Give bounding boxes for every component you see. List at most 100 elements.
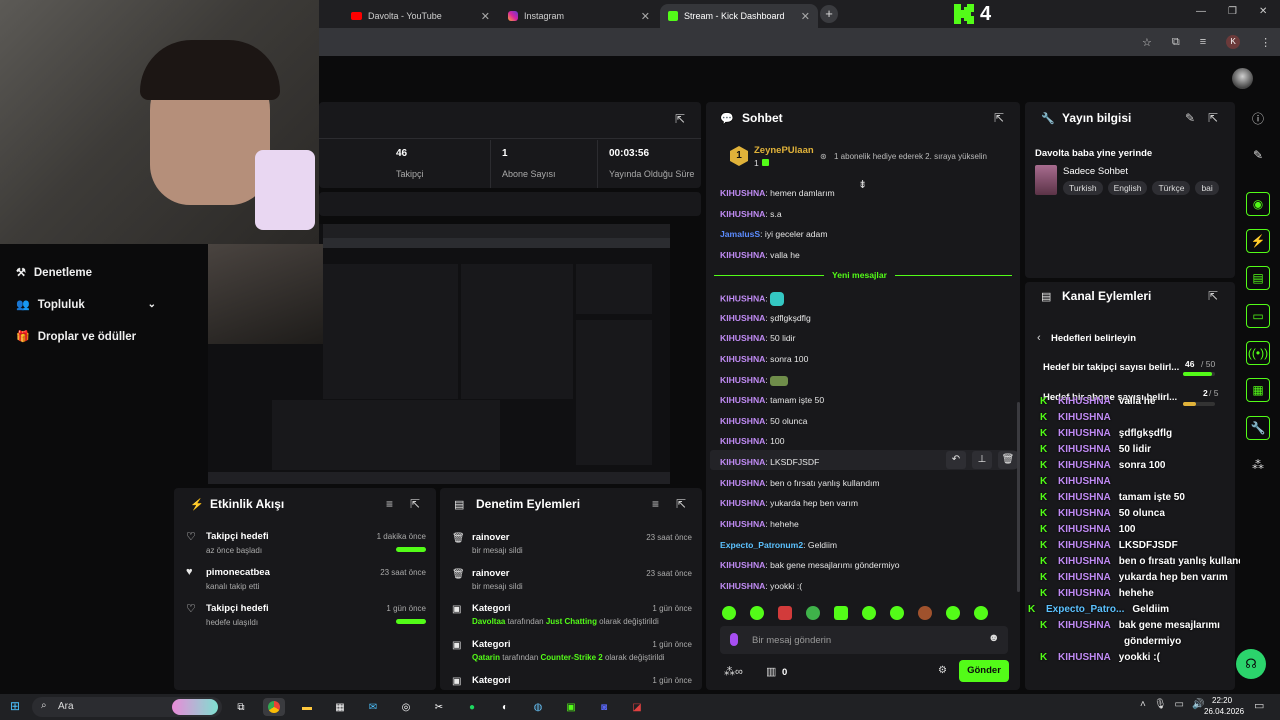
kick-app-icon[interactable]: ▣ <box>560 698 582 716</box>
microphone-tray-icon[interactable]: 🎙 <box>1154 699 1167 710</box>
sidebar-item-community[interactable]: 👥 Topluluk ⌄ <box>16 298 156 312</box>
filter-icon[interactable]: ≡ <box>386 497 393 511</box>
document-icon[interactable]: ▤ <box>1246 266 1270 290</box>
chevron-up-icon[interactable]: ˄ <box>1140 699 1146 710</box>
menu-icon[interactable]: ⋮ <box>1260 36 1271 49</box>
windows-start-icon[interactable]: ⊞ <box>10 699 20 713</box>
emote-icon[interactable] <box>890 606 904 620</box>
chat-message[interactable]: KIHUSHNA: 50 lidir <box>720 333 795 343</box>
emote-icon[interactable] <box>974 606 988 620</box>
emote-icon[interactable] <box>918 606 932 620</box>
spotify-icon[interactable]: ● <box>461 698 483 716</box>
tab-youtube[interactable]: Davolta - YouTube ✕ <box>343 4 498 28</box>
close-icon[interactable]: ✕ <box>801 10 810 23</box>
emote-icon[interactable] <box>750 606 764 620</box>
filter-icon[interactable]: ≡ <box>652 497 659 511</box>
channel-actions-icon[interactable]: ▦ <box>1246 378 1270 402</box>
tab-kick-dashboard[interactable]: Stream - Kick Dashboard ✕ <box>660 4 818 28</box>
chat-message[interactable]: KIHUSHNA: <box>720 292 785 306</box>
sidebar-item-moderation[interactable]: ⚒ Denetleme <box>16 266 92 280</box>
emoji-icon[interactable]: ☻ <box>988 632 1000 644</box>
reading-list-icon[interactable]: ≡ <box>1200 36 1206 48</box>
close-icon[interactable]: ✕ <box>481 10 490 23</box>
emote-icon[interactable] <box>778 606 792 620</box>
expand-icon[interactable]: ⇱ <box>1208 289 1218 303</box>
goals-back-label[interactable]: Hedefleri belirleyin <box>1051 333 1136 344</box>
chat-message[interactable]: KIHUSHNA: hehehe <box>720 519 799 529</box>
broadcast-icon[interactable]: ((•)) <box>1246 341 1270 365</box>
restore-icon[interactable]: ❐ <box>1228 6 1237 17</box>
users-icon[interactable]: ⁂∞ <box>724 665 743 678</box>
chat-message[interactable]: KIHUSHNA: 50 olunca <box>720 416 807 426</box>
chat-message[interactable]: KIHUSHNA: <box>720 375 789 386</box>
file-explorer-icon[interactable]: ▬ <box>296 698 318 716</box>
chat-message[interactable]: KIHUSHNA: ben o fırsatı yanlış kullandım <box>720 478 880 488</box>
chat-message[interactable]: KIHUSHNA: bak gene mesajlarımı göndermiy… <box>720 560 900 570</box>
emote-icon[interactable] <box>862 606 876 620</box>
follower-goal-label[interactable]: Hedef bir takipçi sayısı belirl... <box>1043 362 1179 373</box>
close-icon[interactable]: ✕ <box>641 10 650 23</box>
info-icon[interactable]: ⓘ <box>1246 106 1270 130</box>
expand-icon[interactable]: ⇱ <box>676 497 686 511</box>
reply-icon[interactable]: ↶ <box>946 451 966 469</box>
notification-icon[interactable]: ▭ <box>1254 699 1264 712</box>
app-icon[interactable]: ◪ <box>626 698 648 716</box>
task-view-icon[interactable]: ⧉ <box>230 698 252 716</box>
expand-icon[interactable]: ⇱ <box>410 497 420 511</box>
capcut-icon[interactable]: ✂ <box>428 698 450 716</box>
chat-input-box[interactable]: Bir mesaj gönderin ☻ <box>720 626 1008 654</box>
network-icon[interactable]: ▭ <box>1175 699 1184 710</box>
chat-message[interactable]: KIHUSHNA: hemen damlarım <box>720 188 835 198</box>
chat-message[interactable]: KIHUSHNA: şdflgkşdflg <box>720 313 811 323</box>
chat-icon[interactable]: ▭ <box>1246 304 1270 328</box>
send-button[interactable]: Gönder <box>959 660 1009 682</box>
taskbar-time[interactable]: 22:20 <box>1212 696 1232 705</box>
chat-message[interactable]: KIHUSHNA: yookki :( <box>720 581 802 591</box>
chat-message[interactable]: KIHUSHNA: valla he <box>720 250 800 260</box>
search-app-icon[interactable]: ◐ <box>494 698 516 716</box>
profile-avatar[interactable]: K <box>1226 35 1241 49</box>
discord-icon[interactable]: ◙ <box>593 698 615 716</box>
sidebar-item-drops[interactable]: 🎁 Droplar ve ödüller <box>16 330 136 344</box>
new-tab-button[interactable]: + <box>820 5 838 23</box>
taskbar-search[interactable]: ⌕ Ara <box>32 697 222 717</box>
wrench-icon[interactable]: 🔧 <box>1246 416 1270 440</box>
scroll-down-icon[interactable]: ⇟ <box>858 178 867 191</box>
lightning-icon[interactable]: ⚡ <box>1246 229 1270 253</box>
pinned-username[interactable]: ZeynePUlaan <box>754 145 814 156</box>
chat-message[interactable]: Expecto_Patronum2: Geldiim <box>720 540 837 550</box>
volume-icon[interactable]: 🔊 <box>1192 699 1204 710</box>
settings-gear-icon[interactable]: ⚙ <box>938 665 947 676</box>
user-avatar[interactable] <box>1232 68 1253 89</box>
mail-icon[interactable]: ✉ <box>362 698 384 716</box>
steam-icon[interactable]: ◍ <box>527 698 549 716</box>
chat-message[interactable]: KIHUSHNA: sonra 100 <box>720 354 808 364</box>
chat-scrollbar[interactable] <box>1017 402 1020 592</box>
tab-instagram[interactable]: Instagram ✕ <box>500 4 658 28</box>
store-icon[interactable]: ▦ <box>329 698 351 716</box>
chat-message[interactable]: JamalusS: iyi geceler adam <box>720 229 828 239</box>
minimize-icon[interactable]: — <box>1196 6 1206 17</box>
emote-icon[interactable] <box>722 606 736 620</box>
back-chevron-icon[interactable]: ‹ <box>1037 332 1041 344</box>
chat-input-placeholder[interactable]: Bir mesaj gönderin <box>752 635 831 646</box>
chat-message[interactable]: KIHUSHNA: tamam işte 50 <box>720 395 824 405</box>
emote-icon[interactable] <box>806 606 820 620</box>
pin-icon[interactable]: ⊥ <box>972 451 992 469</box>
chat-message[interactable]: KIHUSHNA: s.a <box>720 209 782 219</box>
expand-icon[interactable]: ⇱ <box>994 111 1004 125</box>
extensions-icon[interactable]: ⧉ <box>1172 36 1180 49</box>
edit-icon[interactable]: ✎ <box>1246 143 1270 167</box>
chat-message[interactable]: KIHUSHNA: 100 <box>720 436 784 446</box>
camera-icon[interactable]: ◉ <box>1246 192 1270 216</box>
chat-message[interactable]: KIHUSHNA: LKSDFJSDF <box>720 457 819 467</box>
chrome-icon[interactable] <box>263 698 285 716</box>
emote-icon[interactable] <box>834 606 848 620</box>
expand-icon[interactable]: ⇱ <box>1208 111 1218 125</box>
delete-icon[interactable]: 🗑 <box>998 451 1018 469</box>
edit-pencil-icon[interactable]: ✎ <box>1185 111 1195 125</box>
taskbar-date[interactable]: 26.04.2026 <box>1204 707 1244 716</box>
support-headset-icon[interactable]: ☊ <box>1236 649 1266 679</box>
obs-icon[interactable]: ◎ <box>395 698 417 716</box>
community-icon[interactable]: ⁂ <box>1246 453 1270 477</box>
